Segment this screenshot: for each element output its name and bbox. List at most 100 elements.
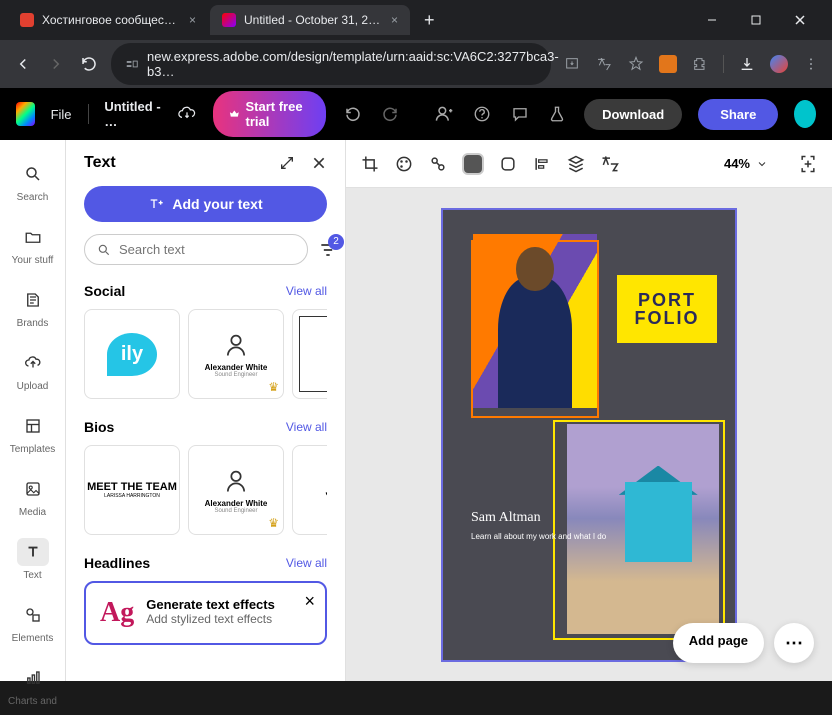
address-bar[interactable]: new.express.adobe.com/design/template/ur… <box>111 43 551 85</box>
browser-tab[interactable]: Хостинговое сообщество «Tii × <box>8 5 208 35</box>
elements-icon <box>24 606 42 624</box>
user-avatar[interactable] <box>794 100 816 128</box>
search-text-input[interactable] <box>84 234 308 265</box>
section-social-title: Social <box>84 283 125 299</box>
help-button[interactable] <box>471 105 493 123</box>
start-trial-button[interactable]: Start free trial <box>213 91 326 137</box>
download-button[interactable]: Download <box>584 99 682 130</box>
tab-title: Untitled - October 31, 2024 at <box>244 13 383 27</box>
more-button[interactable]: ⋯ <box>774 623 814 663</box>
close-icon[interactable]: × <box>391 13 398 27</box>
generate-subtitle: Add stylized text effects <box>146 612 275 626</box>
sidebar-item-elements[interactable]: Elements <box>0 593 65 652</box>
beaker-button[interactable] <box>546 105 568 123</box>
search-icon <box>97 243 111 257</box>
sidebar-item-yourstuff[interactable]: Your stuff <box>0 215 65 274</box>
generate-text-effects-card[interactable]: × Ag Generate text effects Add stylized … <box>84 581 327 645</box>
expand-icon[interactable] <box>279 155 295 171</box>
artboard-text[interactable]: Sam Altman Learn all about my work and w… <box>471 510 606 542</box>
reload-button[interactable] <box>78 55 99 73</box>
sidebar-item-charts[interactable]: Charts and <box>0 656 65 715</box>
translate-icon[interactable] <box>595 55 613 73</box>
new-tab-button[interactable]: + <box>412 10 447 31</box>
sidebar-item-templates[interactable]: Templates <box>0 404 65 463</box>
color-icon[interactable] <box>394 154 414 174</box>
back-button[interactable] <box>12 55 33 73</box>
bookmark-icon[interactable] <box>627 55 645 73</box>
crop-icon[interactable] <box>360 154 380 174</box>
close-icon[interactable]: × <box>189 13 196 27</box>
filter-badge: 2 <box>328 234 344 250</box>
canvas-viewport[interactable]: PORT FOLIO Sam Altman Learn all about my… <box>346 188 832 681</box>
template-card[interactable]: MEET THE TEAM LARISSA HARRINGTON <box>84 445 180 535</box>
upload-icon <box>24 354 42 372</box>
template-card[interactable]: P RG I <box>292 309 327 399</box>
url-text: new.express.adobe.com/design/template/ur… <box>147 49 559 79</box>
brands-icon <box>24 291 42 309</box>
install-icon[interactable] <box>563 55 581 73</box>
comment-button[interactable] <box>509 105 531 123</box>
downloads-icon[interactable] <box>738 55 756 73</box>
app-header: File Untitled - … Start free trial Downl… <box>0 88 832 140</box>
template-card[interactable]: Sk <box>292 445 327 535</box>
fit-icon[interactable] <box>798 154 818 174</box>
view-all-bios[interactable]: View all <box>286 420 327 434</box>
maximize-button[interactable] <box>740 4 772 36</box>
browser-tab-bar: Хостинговое сообщество «Tii × Untitled -… <box>0 0 832 40</box>
document-title[interactable]: Untitled - … <box>104 99 161 129</box>
sidebar-item-text[interactable]: Text <box>0 530 65 589</box>
folder-icon <box>24 228 42 246</box>
text-panel: Text Add your text 2 Social View all <box>66 140 346 681</box>
crown-icon <box>229 107 240 121</box>
site-info-icon[interactable] <box>125 57 139 71</box>
translate-icon[interactable] <box>600 154 620 174</box>
template-card[interactable]: Alexander White Sound Engineer ♛ <box>188 445 284 535</box>
view-all-headlines[interactable]: View all <box>286 556 327 570</box>
zoom-control[interactable]: 44% <box>724 156 768 171</box>
person-icon <box>222 467 250 495</box>
chevron-down-icon <box>756 158 768 170</box>
undo-button[interactable] <box>342 105 364 123</box>
forward-button[interactable] <box>45 55 66 73</box>
template-card[interactable]: Alexander White Sound Engineer ♛ <box>188 309 284 399</box>
premium-crown-icon: ♛ <box>268 380 279 394</box>
sidebar-item-media[interactable]: Media <box>0 467 65 526</box>
filter-button[interactable]: 2 <box>318 240 338 260</box>
browser-tab-active[interactable]: Untitled - October 31, 2024 at × <box>210 5 410 35</box>
file-menu[interactable]: File <box>51 107 72 122</box>
add-text-button[interactable]: Add your text <box>84 186 327 222</box>
minimize-button[interactable] <box>696 4 728 36</box>
left-sidebar: Search Your stuff Brands Upload Template… <box>0 140 66 681</box>
close-panel-icon[interactable] <box>311 155 327 171</box>
template-card[interactable]: ily <box>84 309 180 399</box>
align-icon[interactable] <box>532 154 552 174</box>
profile-icon[interactable] <box>770 55 788 73</box>
metamask-icon[interactable] <box>659 55 677 73</box>
cloud-sync-icon[interactable] <box>177 104 197 124</box>
premium-crown-icon: ♛ <box>268 516 279 530</box>
fill-color-swatch[interactable] <box>462 153 484 175</box>
artboard-title-box[interactable]: PORT FOLIO <box>617 275 717 343</box>
view-all-social[interactable]: View all <box>286 284 327 298</box>
search-icon <box>24 165 42 183</box>
share-button[interactable]: Share <box>698 99 778 130</box>
sidebar-item-search[interactable]: Search <box>0 152 65 211</box>
extensions-icon[interactable] <box>691 55 709 73</box>
section-headlines-title: Headlines <box>84 555 150 571</box>
effects-icon[interactable] <box>428 154 448 174</box>
add-page-button[interactable]: Add page <box>673 623 764 663</box>
close-icon[interactable]: × <box>304 591 315 612</box>
sidebar-item-brands[interactable]: Brands <box>0 278 65 337</box>
close-window-button[interactable] <box>784 4 816 36</box>
media-icon <box>24 480 42 498</box>
redo-button[interactable] <box>380 105 402 123</box>
artboard-frame[interactable] <box>471 240 599 418</box>
layers-icon[interactable] <box>566 154 586 174</box>
add-user-button[interactable] <box>433 104 455 124</box>
adobe-express-logo[interactable] <box>16 102 35 126</box>
artboard[interactable]: PORT FOLIO Sam Altman Learn all about my… <box>441 208 737 662</box>
canvas-area: 44% PORT FOLIO <box>346 140 832 681</box>
sidebar-item-upload[interactable]: Upload <box>0 341 65 400</box>
corner-icon[interactable] <box>498 154 518 174</box>
menu-icon[interactable] <box>802 55 820 73</box>
